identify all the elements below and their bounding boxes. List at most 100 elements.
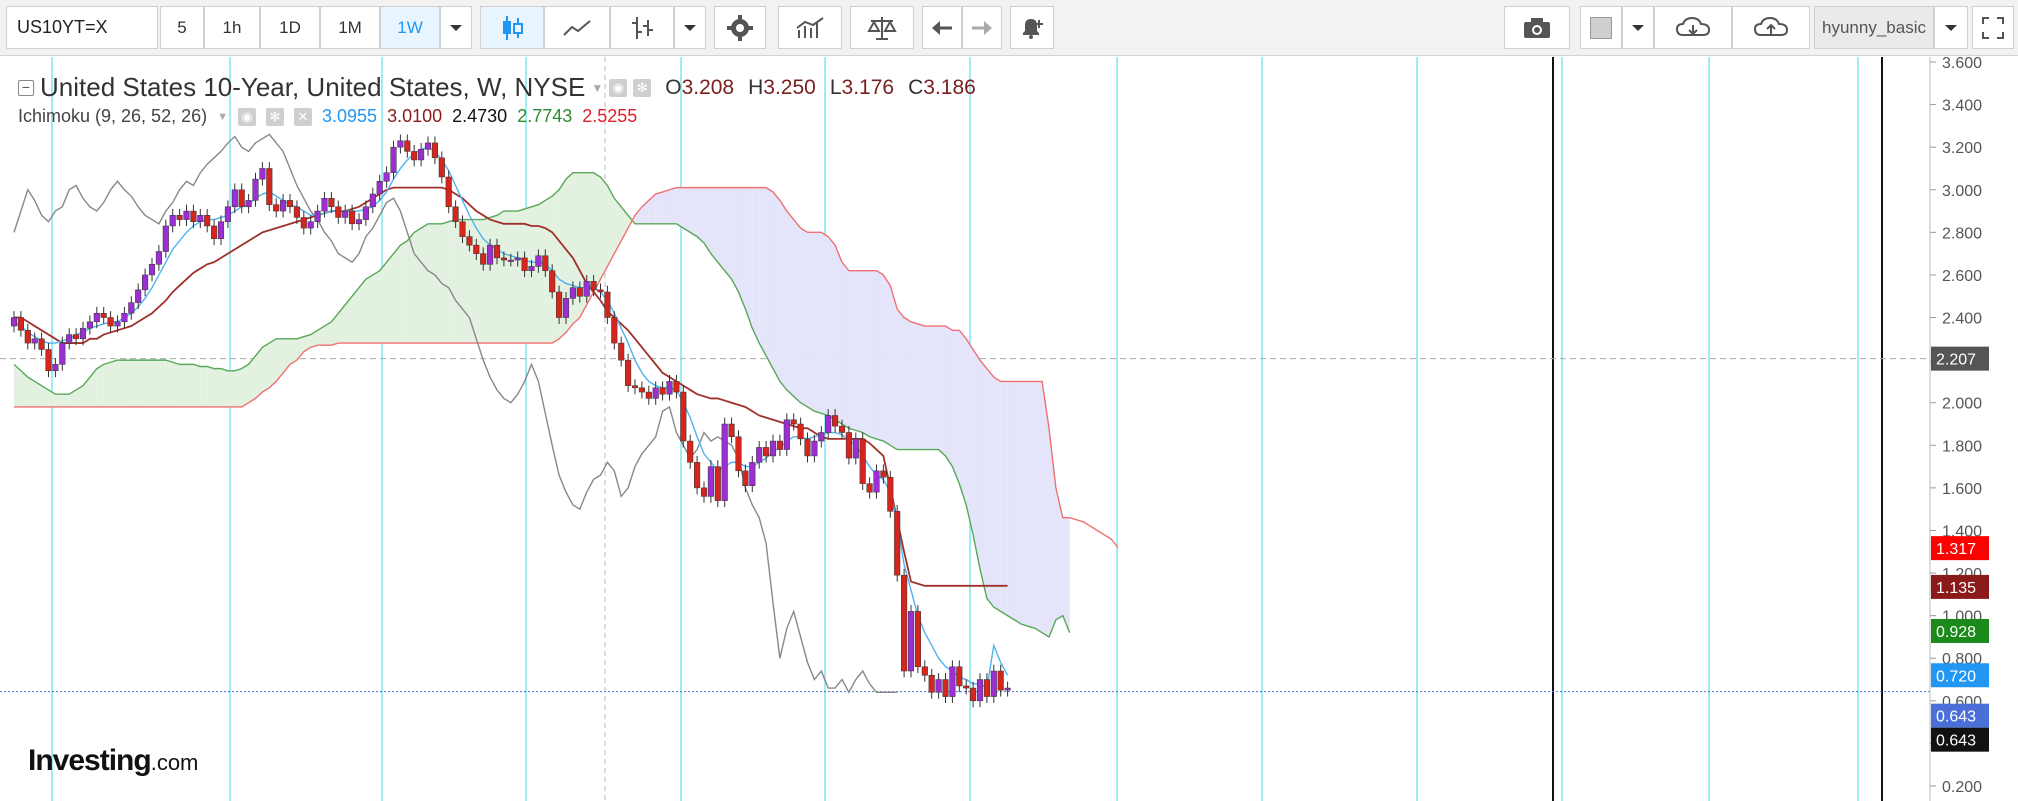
- cloud-segment: [1021, 381, 1029, 627]
- camera-icon: [1524, 17, 1550, 38]
- interval-5-button[interactable]: 5: [160, 6, 204, 49]
- eye-icon[interactable]: ◉: [609, 78, 628, 97]
- candle-body: [735, 436, 742, 472]
- save-layout-button[interactable]: [1732, 6, 1810, 49]
- price-axis[interactable]: 0.2000.4000.6000.8001.0001.2001.4001.600…: [1929, 57, 2018, 801]
- undo-button[interactable]: [922, 6, 962, 49]
- candle-body: [604, 291, 611, 318]
- settings-button[interactable]: [714, 6, 766, 49]
- cloud-upload-icon: [1753, 16, 1789, 36]
- cloud-segment: [717, 187, 725, 271]
- chevron-down-icon[interactable]: ▼: [217, 111, 228, 123]
- cloud-segment: [227, 370, 235, 407]
- bar-chart-button[interactable]: [610, 6, 674, 49]
- ichimoku-value: 3.0100: [387, 106, 443, 126]
- compare-button[interactable]: [850, 6, 914, 49]
- cloud-segment: [338, 304, 346, 344]
- screenshot-button[interactable]: [1504, 6, 1570, 49]
- candle-body: [280, 200, 287, 212]
- open-value: 3.208: [681, 75, 735, 99]
- cloud-segment: [986, 368, 994, 608]
- candle-body: [349, 210, 356, 225]
- axis-tick-label: 2.400: [1942, 311, 1982, 328]
- cloud-segment: [193, 364, 201, 407]
- candle-body: [880, 470, 887, 478]
- close-value: 3.186: [923, 75, 976, 99]
- cloud-download-icon: [1675, 16, 1711, 36]
- redo-button[interactable]: [962, 6, 1002, 49]
- candle-body: [93, 313, 100, 323]
- candle-body: [887, 476, 894, 512]
- price-chart[interactable]: 0.2000.4000.6000.8001.0001.2001.4001.600…: [0, 57, 2018, 801]
- symbol-input[interactable]: US10YT=X: [6, 6, 158, 49]
- chart-type-dropdown-button[interactable]: [674, 6, 706, 49]
- gear-icon: [727, 14, 753, 41]
- candle-body: [224, 206, 231, 222]
- interval-1d-button[interactable]: 1D: [260, 6, 320, 49]
- candle-body: [542, 255, 549, 271]
- cloud-segment: [883, 274, 891, 446]
- candle-body: [721, 423, 728, 501]
- candle-body: [618, 342, 625, 361]
- fill-dropdown-button[interactable]: [1622, 6, 1654, 49]
- fullscreen-icon: [1982, 16, 2004, 39]
- cloud-segment: [814, 232, 822, 414]
- cloud-segment: [773, 191, 780, 382]
- interval-1m-button[interactable]: 1M: [320, 6, 380, 49]
- candles-button[interactable]: [480, 6, 544, 49]
- cloud-segment: [835, 245, 842, 424]
- candle-body: [59, 342, 66, 365]
- cloud-segment: [931, 326, 939, 450]
- low-label: L: [829, 75, 842, 99]
- candle-body: [24, 330, 31, 344]
- candle-body: [894, 511, 901, 576]
- ichimoku-cloud: [14, 172, 1070, 637]
- candle-body: [128, 302, 135, 314]
- fill-color-button[interactable]: [1580, 6, 1622, 49]
- candle-body: [852, 438, 859, 459]
- fullscreen-button[interactable]: [1972, 6, 2014, 49]
- candle-body: [431, 142, 438, 159]
- candle-body: [556, 291, 563, 318]
- candle-body: [404, 140, 411, 152]
- cloud-segment: [221, 368, 228, 407]
- cloud-segment: [145, 360, 152, 407]
- axis-tick-label: 1.800: [1942, 438, 1982, 455]
- axis-tick-label: 3.200: [1942, 140, 1982, 157]
- interval-1h-button[interactable]: 1h: [204, 6, 260, 49]
- user-layout-name[interactable]: hyunny_basic: [1814, 6, 1934, 49]
- candle-body: [445, 176, 452, 208]
- chevron-down-icon[interactable]: ▼: [591, 81, 603, 95]
- interval-dropdown-button[interactable]: [440, 6, 472, 49]
- eye-icon[interactable]: ◉: [238, 107, 256, 126]
- candle-body: [769, 440, 777, 457]
- collapse-icon[interactable]: −: [18, 79, 34, 96]
- ichimoku-value: 2.7743: [517, 106, 573, 126]
- cloud-segment: [572, 172, 580, 324]
- cloud-segment: [365, 274, 373, 344]
- load-layout-button[interactable]: [1654, 6, 1732, 49]
- alert-button[interactable]: [1010, 6, 1054, 49]
- layout-dropdown-button[interactable]: [1934, 6, 1968, 49]
- candle-body: [707, 466, 714, 497]
- ohlc-close: C3.186: [908, 76, 976, 100]
- candle-body: [631, 385, 639, 389]
- candle-body: [804, 438, 811, 457]
- line-chart-button[interactable]: [544, 6, 610, 49]
- candle-body: [963, 685, 970, 689]
- cloud-segment: [980, 360, 987, 599]
- cloud-segment: [690, 187, 698, 237]
- candle-body: [17, 317, 24, 331]
- candle-body: [811, 440, 818, 457]
- indicators-button[interactable]: [778, 6, 842, 49]
- chart-title: United States 10-Year, United States, W,…: [40, 72, 586, 102]
- candle-body: [466, 236, 473, 246]
- candle-body: [411, 151, 418, 161]
- interval-1w-button[interactable]: 1W: [380, 6, 440, 49]
- cloud-segment: [1055, 487, 1063, 620]
- close-icon[interactable]: ✕: [294, 107, 312, 126]
- gear-icon[interactable]: ✻: [266, 107, 284, 126]
- cloud-segment: [359, 279, 366, 344]
- gear-icon[interactable]: ✻: [633, 78, 652, 97]
- candle-body: [142, 274, 149, 291]
